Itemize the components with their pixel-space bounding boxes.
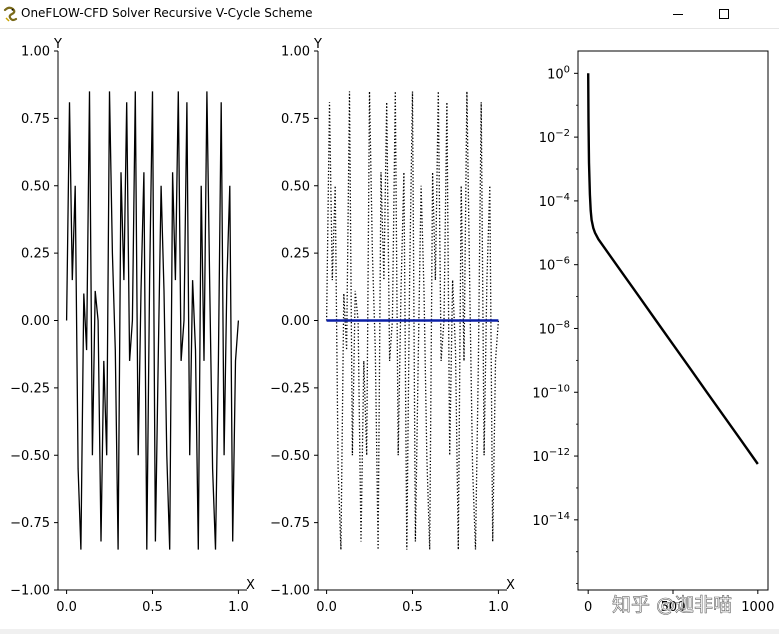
y-tick-label: 0.75 <box>281 112 310 127</box>
y-tick-mantissa: 10 <box>539 322 556 337</box>
series-residual-line <box>587 73 759 465</box>
y-tick-mantissa: 10 <box>539 131 556 146</box>
y-tick-label: 10−8 <box>539 319 570 337</box>
y-tick-mantissa: 10 <box>539 259 556 274</box>
maximize-button[interactable] <box>701 0 747 28</box>
y-tick-exponent: −2 <box>555 128 570 139</box>
y-tick-exponent: 0 <box>564 64 570 75</box>
maximize-icon <box>719 9 729 19</box>
x-tick-label: 0.5 <box>402 600 423 615</box>
y-tick-label: 10−2 <box>539 128 570 146</box>
y-tick-mantissa: 10 <box>539 195 556 210</box>
subplot-residual-history: 10010−210−410−610−810−1010−1210−140 500 10… <box>532 50 774 615</box>
y-tick-exponent: −4 <box>555 192 570 203</box>
y-tick-label: 1.00 <box>21 45 50 60</box>
y-axis-label: Y <box>53 37 62 52</box>
series-line <box>65 91 240 550</box>
x-axis-label: X <box>506 578 515 593</box>
watermark: 知乎 @迦非喵 <box>612 594 732 616</box>
window-bottom-edge <box>0 629 779 634</box>
y-tick-exponent: −8 <box>555 319 570 330</box>
subplot-waveform-smoothed: 1.00 0.75 0.50 0.25 0.00 −0.25 −0.50 −0.75 −1.00… <box>270 37 515 615</box>
y-tick-label: −1.00 <box>10 584 50 599</box>
y-tick-label: 100 <box>547 64 570 82</box>
window-titlebar[interactable]: OneFLOW-CFD Solver Recursive V-Cycle Sch… <box>0 0 779 29</box>
subplot-waveform: 1.00 0.75 0.50 0.25 0.00 −0.25 −0.50 −0.75 −1.00… <box>10 37 255 615</box>
y-tick-label: −1.00 <box>270 584 310 599</box>
x-tick-label: 0.5 <box>142 600 163 615</box>
y-tick-label: 0.00 <box>281 314 310 329</box>
x-tick-label: 0.0 <box>316 600 337 615</box>
y-tick-label: 10−10 <box>532 383 570 401</box>
y-tick-exponent: −10 <box>549 383 570 394</box>
y-tick-label: −0.75 <box>10 516 50 531</box>
minimize-button[interactable] <box>655 0 701 28</box>
y-axis-label: Y <box>313 37 322 52</box>
y-tick-mantissa: 10 <box>532 386 549 401</box>
y-tick-exponent: −12 <box>549 447 570 458</box>
y-tick-label: 0.25 <box>281 247 310 262</box>
y-tick-label: 0.25 <box>21 247 50 262</box>
python-snake-icon <box>3 6 18 22</box>
x-tick-label: 1000 <box>741 600 774 615</box>
x-tick-label: 1.0 <box>228 600 249 615</box>
y-tick-label: −0.25 <box>10 381 50 396</box>
x-tick-label: 1.0 <box>488 600 509 615</box>
y-tick-label: 10−14 <box>532 511 570 529</box>
y-tick-mantissa: 10 <box>547 67 564 82</box>
y-tick-label: 1.00 <box>281 45 310 60</box>
y-tick-label: 10−12 <box>532 447 570 465</box>
y-tick-label: 0.75 <box>21 112 50 127</box>
axes-frame <box>577 50 769 591</box>
y-tick-mantissa: 10 <box>532 514 549 529</box>
y-tick-label: −0.75 <box>270 516 310 531</box>
x-tick-label: 0 <box>584 600 592 615</box>
y-tick-label: 0.00 <box>21 314 50 329</box>
y-tick-label: −0.50 <box>10 449 50 464</box>
y-tick-label: −0.25 <box>270 381 310 396</box>
minimize-icon <box>673 14 683 15</box>
y-tick-label: 10−4 <box>539 192 570 210</box>
x-tick-label: 0.0 <box>56 600 77 615</box>
y-tick-exponent: −6 <box>555 256 570 267</box>
y-tick-exponent: −14 <box>549 511 570 522</box>
y-tick-label: 10−6 <box>539 256 570 274</box>
x-axis-label: X <box>246 578 255 593</box>
window-title: OneFLOW-CFD Solver Recursive V-Cycle Sch… <box>21 6 313 20</box>
y-tick-label: 0.50 <box>281 179 310 194</box>
matplotlib-figure: 1.000.750.500.250.00−0.25−0.50−0.75−1.00… <box>10 37 774 616</box>
y-tick-label: 0.50 <box>21 179 50 194</box>
y-tick-label: −0.50 <box>270 449 310 464</box>
y-tick-mantissa: 10 <box>532 450 549 465</box>
